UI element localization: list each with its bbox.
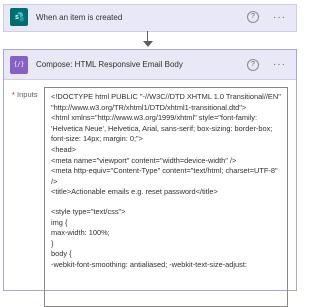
- compose-icon: {/}: [10, 55, 28, 74]
- sharepoint-icon: S: [10, 8, 28, 26]
- help-icon[interactable]: ?: [247, 11, 259, 23]
- required-mark: *: [12, 90, 15, 99]
- more-options-icon[interactable]: ···: [273, 12, 286, 23]
- input-line: <title>Actionable emails e.g. reset pass…: [51, 187, 218, 197]
- svg-text:S: S: [15, 15, 19, 21]
- inputs-field[interactable]: <!DOCTYPE html PUBLIC "-//W3C//DTD XHTML…: [44, 87, 288, 307]
- compose-header[interactable]: {/} Compose: HTML Responsive Email Body …: [4, 50, 296, 80]
- input-line: [51, 198, 281, 207]
- inputs-row: * Inputs <!DOCTYPE html PUBLIC "-//W3C//…: [4, 80, 296, 307]
- input-line: -webkit-font-smoothing: antialiased; -we…: [51, 259, 247, 269]
- inputs-label-text: Inputs: [17, 90, 38, 99]
- input-line: <head>: [51, 144, 77, 154]
- input-line: <!DOCTYPE html PUBLIC "-//W3C//DTD XHTML…: [51, 92, 283, 112]
- trigger-title: When an item is created: [36, 12, 123, 22]
- compose-card[interactable]: {/} Compose: HTML Responsive Email Body …: [3, 49, 297, 307]
- compose-title: Compose: HTML Responsive Email Body: [36, 60, 183, 69]
- more-options-icon[interactable]: ···: [273, 59, 286, 70]
- input-line: }: [51, 238, 54, 248]
- arrow-down-icon: [143, 41, 153, 47]
- trigger-header[interactable]: S When an item is created ? ···: [4, 5, 296, 29]
- input-line: <meta http-equiv="Content-Type" content=…: [51, 166, 280, 186]
- input-line: <meta name="viewport" content="width=dev…: [51, 155, 237, 165]
- compose-icon-glyph: {/}: [13, 61, 25, 68]
- input-line: img {: [51, 217, 68, 227]
- help-icon[interactable]: ?: [247, 58, 259, 71]
- trigger-card[interactable]: S When an item is created ? ···: [3, 4, 297, 32]
- input-line: max-width: 100%;: [51, 228, 110, 238]
- input-line: <html xmlns="http://www.w3.org/1999/xhtm…: [51, 113, 275, 144]
- input-line: <style type="text/css">: [51, 206, 126, 216]
- inputs-label: * Inputs: [12, 87, 44, 307]
- input-line: body {: [51, 249, 72, 259]
